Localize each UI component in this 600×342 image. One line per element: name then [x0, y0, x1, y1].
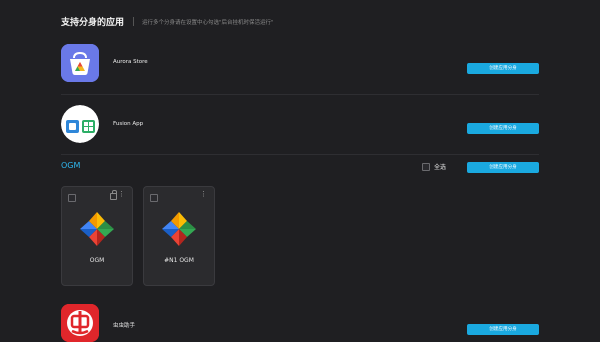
select-all-checkbox[interactable] — [422, 162, 430, 171]
card-checkbox[interactable] — [150, 194, 158, 202]
divider — [61, 154, 539, 155]
more-icon[interactable]: ⋮ — [200, 191, 207, 198]
ogm-section-title: OGM — [61, 161, 81, 170]
clone-card-n1-ogm[interactable]: ⋮ #N1 OGM — [143, 186, 215, 286]
app-name: Aurora Store — [113, 59, 148, 65]
pinwheel-icon — [162, 212, 196, 246]
select-all[interactable]: 全选 — [422, 162, 446, 171]
app-row-chongchong: 虫虫助手 创建应用分身 — [61, 304, 539, 342]
app-name: Fusion App — [113, 121, 144, 127]
header-hint: 运行多个分身请在设置中心勾选"后台挂机时保活运行" — [142, 19, 274, 26]
create-clone-button[interactable]: 创建应用分身 — [467, 162, 539, 173]
aurora-store-icon — [61, 44, 99, 82]
app-row-aurora-store: Aurora Store 创建应用分身 — [61, 44, 539, 82]
app-row-fusion-app: Fusion App 创建应用分身 — [61, 105, 539, 143]
header-separator — [133, 17, 135, 26]
divider — [61, 94, 539, 95]
app-name: 虫虫助手 — [113, 323, 136, 329]
page-title: 支持分身的应用 — [61, 18, 125, 28]
create-clone-button[interactable]: 创建应用分身 — [467, 123, 539, 134]
card-checkbox[interactable] — [68, 194, 76, 202]
clone-name: OGM — [89, 257, 105, 264]
section-header: 支持分身的应用 运行多个分身请在设置中心勾选"后台挂机时保活运行" — [61, 15, 274, 28]
select-all-label: 全选 — [434, 164, 447, 171]
pinwheel-icon — [80, 212, 114, 246]
fusion-app-icon — [61, 105, 99, 143]
clone-card-ogm[interactable]: ⋮ OGM — [61, 186, 133, 286]
clone-name: #N1 OGM — [164, 257, 194, 264]
chongchong-icon — [61, 304, 99, 342]
create-clone-button[interactable]: 创建应用分身 — [467, 324, 539, 335]
lock-icon[interactable] — [110, 190, 117, 200]
create-clone-button[interactable]: 创建应用分身 — [467, 63, 539, 74]
more-icon[interactable]: ⋮ — [118, 191, 125, 198]
